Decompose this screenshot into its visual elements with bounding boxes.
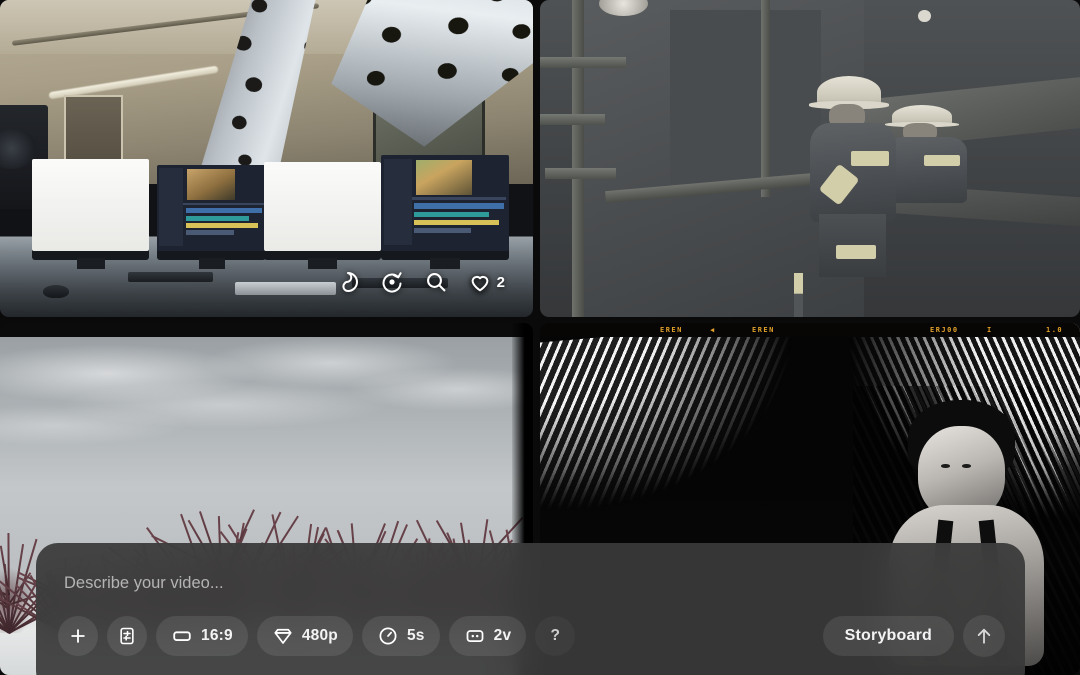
aspect-ratio-icon bbox=[173, 631, 191, 641]
add-media-button[interactable] bbox=[58, 616, 98, 656]
video-tile-1-media[interactable]: 2 bbox=[0, 0, 533, 317]
script-button[interactable] bbox=[107, 616, 147, 656]
help-button[interactable]: ? bbox=[535, 616, 575, 656]
film-mark-right: ERJ00 bbox=[930, 326, 959, 334]
monitor-4-stand bbox=[429, 257, 461, 269]
worker-1-torso bbox=[810, 123, 897, 222]
keyboard-1 bbox=[127, 272, 214, 283]
variations-button[interactable]: 2v bbox=[448, 616, 527, 656]
search-icon[interactable] bbox=[423, 269, 449, 295]
hi-vis-stripe bbox=[924, 155, 961, 166]
monitor-2-stand bbox=[198, 257, 225, 269]
mouse bbox=[42, 284, 70, 298]
variations-count-icon bbox=[466, 630, 484, 643]
worker-2-torso bbox=[885, 136, 967, 204]
storyboard-button[interactable]: Storyboard bbox=[822, 616, 954, 656]
figure-eye-left bbox=[940, 463, 951, 468]
video-tile-2-media[interactable] bbox=[540, 0, 1080, 317]
heart-icon[interactable] bbox=[467, 269, 493, 295]
video-tile-2[interactable] bbox=[537, 0, 1080, 320]
steel-beam-1 bbox=[540, 57, 627, 69]
monitor-2 bbox=[157, 164, 267, 269]
video-tile-1[interactable]: 2 bbox=[0, 0, 537, 320]
hi-vis-stripe-leg bbox=[835, 245, 876, 259]
submit-button[interactable] bbox=[963, 615, 1005, 657]
variations-value: 2v bbox=[493, 627, 512, 644]
aspect-ratio-value: 16:9 bbox=[201, 627, 233, 644]
variations-icon[interactable] bbox=[335, 269, 361, 295]
like-count: 2 bbox=[496, 273, 505, 291]
app-root: 2 EREN ◀ EREN ERJ00 I 1.0 Describe your … bbox=[0, 0, 1080, 675]
film-leader-strip: EREN ◀ EREN ERJ00 I 1.0 bbox=[540, 323, 1080, 337]
marker-post bbox=[793, 272, 803, 317]
monitor-4-screen bbox=[381, 155, 509, 251]
film-mark-version: 1.0 bbox=[1046, 326, 1064, 334]
prompt-bar: 16:9 480p 5s bbox=[36, 543, 1025, 675]
monitor-1-stand bbox=[76, 257, 105, 269]
worker-2 bbox=[884, 104, 967, 238]
industrial-scene bbox=[540, 0, 1080, 317]
prompt-input[interactable] bbox=[64, 567, 997, 599]
clock-icon bbox=[379, 627, 397, 645]
arrow-up-icon bbox=[977, 628, 991, 644]
steel-beam-3 bbox=[545, 168, 616, 179]
steel-column-1 bbox=[572, 0, 585, 317]
hi-vis-stripe-chest bbox=[851, 150, 890, 167]
like-button[interactable]: 2 bbox=[467, 269, 505, 295]
film-mark-frame: I bbox=[987, 326, 993, 334]
plus-icon bbox=[71, 629, 85, 643]
script-icon bbox=[120, 627, 134, 645]
regenerate-icon[interactable] bbox=[379, 269, 405, 295]
keyboard-2 bbox=[234, 281, 336, 295]
steel-beam-2 bbox=[540, 114, 605, 126]
monitor-4 bbox=[381, 155, 509, 269]
quality-diamond-icon bbox=[274, 628, 292, 644]
monitor-3 bbox=[263, 161, 382, 269]
monitor-1 bbox=[31, 158, 150, 269]
monitor-2-screen bbox=[157, 164, 267, 251]
aspect-ratio-button[interactable]: 16:9 bbox=[156, 616, 248, 656]
duration-button[interactable]: 5s bbox=[361, 616, 440, 656]
monitor-1-screen bbox=[31, 158, 150, 251]
prompt-toolbar: 16:9 480p 5s 2v ? Storyboard bbox=[58, 613, 1005, 659]
light-ball bbox=[918, 9, 931, 23]
film-mark-arrow-icon: ◀ bbox=[710, 326, 716, 334]
film-mark-left: EREN bbox=[660, 326, 683, 334]
film-mark-center: EREN bbox=[752, 326, 775, 334]
resolution-button[interactable]: 480p bbox=[256, 616, 353, 656]
industrial-machine bbox=[669, 9, 821, 184]
duration-value: 5s bbox=[406, 627, 425, 644]
resolution-value: 480p bbox=[301, 627, 338, 644]
steel-column-2 bbox=[761, 0, 771, 197]
worker-1 bbox=[809, 76, 897, 277]
monitor-3-screen bbox=[263, 161, 382, 251]
tile-1-action-overlay[interactable]: 2 bbox=[335, 269, 505, 295]
monitor-3-stand bbox=[308, 257, 337, 269]
figure-eye-right bbox=[961, 463, 972, 468]
